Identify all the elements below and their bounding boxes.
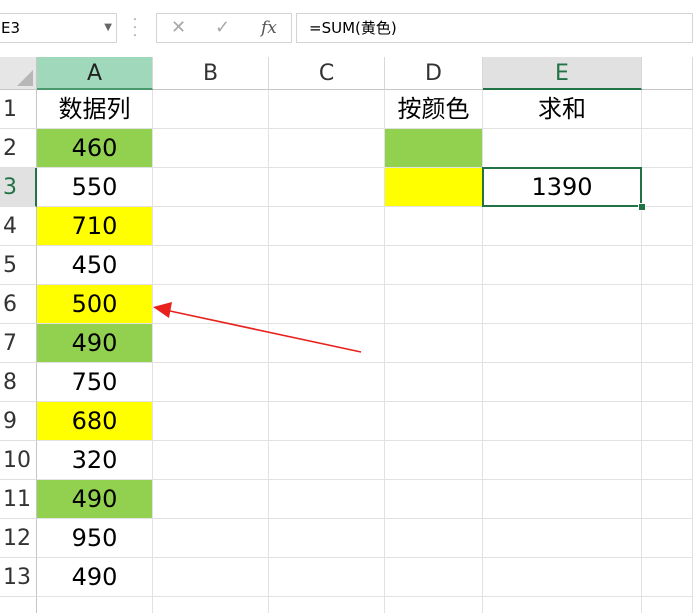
- arrow-line: [169, 310, 362, 353]
- arrow-head: [153, 302, 172, 318]
- annotation-arrow: [153, 302, 362, 353]
